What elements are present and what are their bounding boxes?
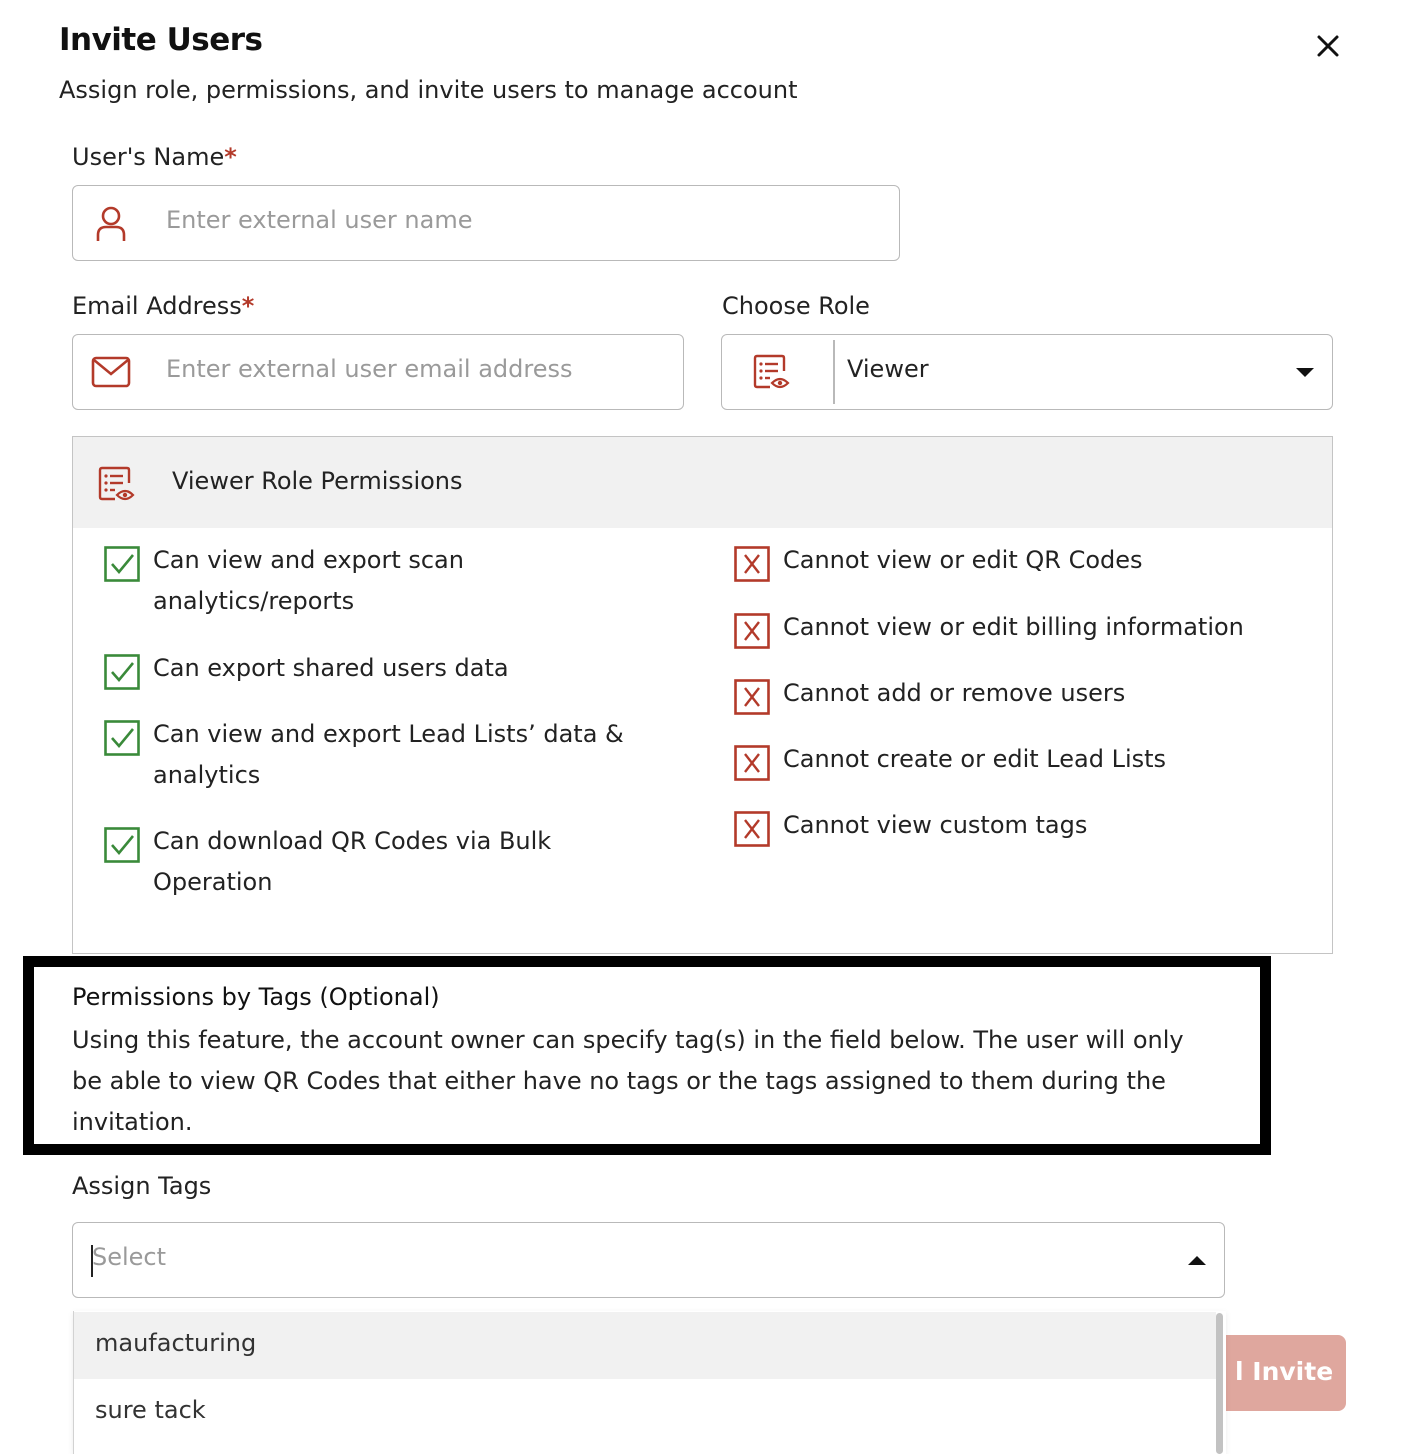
permission-text: analytics xyxy=(153,761,261,789)
invite-button-label: l Invite xyxy=(1235,1357,1334,1386)
description-line: invitation. xyxy=(72,1108,193,1136)
permission-text: Operation xyxy=(153,868,273,896)
check-icon xyxy=(104,654,140,690)
close-button[interactable] xyxy=(1310,28,1346,64)
tags-section-description: Using this feature, the account owner ca… xyxy=(72,1020,1242,1143)
text-cursor xyxy=(91,1245,93,1277)
tags-dropdown-menu: maufacturing sure tack xyxy=(73,1311,1226,1454)
email-label: Email Address* xyxy=(72,292,254,320)
dropdown-option[interactable]: maufacturing xyxy=(74,1312,1216,1379)
dialog-title: Invite Users xyxy=(59,22,263,58)
permission-allowed: Can view and export Lead Lists’ data & a… xyxy=(104,714,684,796)
permission-denied: Cannot view custom tags xyxy=(734,805,1324,847)
option-label: sure tack xyxy=(95,1396,206,1424)
role-permissions-panel: Viewer Role Permissions Can view and exp… xyxy=(72,436,1333,954)
dropdown-scrollbar[interactable] xyxy=(1216,1313,1223,1454)
dropdown-option[interactable]: sure tack xyxy=(74,1379,1216,1446)
permission-text: Cannot view or edit QR Codes xyxy=(783,546,1143,574)
close-icon[interactable] xyxy=(1310,28,1346,64)
chevron-down-icon[interactable] xyxy=(1296,368,1314,377)
assign-tags-select[interactable]: Select xyxy=(72,1222,1225,1298)
role-value[interactable]: Viewer xyxy=(847,355,929,383)
name-label-text: User's Name xyxy=(72,143,225,171)
required-mark: * xyxy=(224,143,237,171)
mail-icon xyxy=(91,356,131,388)
role-select[interactable]: Viewer xyxy=(721,334,1333,410)
x-box-icon xyxy=(734,613,770,649)
name-field[interactable]: Enter external user name xyxy=(72,185,900,261)
dialog-subtitle: Assign role, permissions, and invite use… xyxy=(59,76,798,104)
tags-section-title: Permissions by Tags (Optional) xyxy=(72,983,440,1011)
x-box-icon xyxy=(734,745,770,781)
name-input[interactable]: Enter external user name xyxy=(166,206,472,234)
role-divider xyxy=(833,340,835,404)
permission-text: Can download QR Codes via Bulk xyxy=(153,827,552,855)
permission-allowed: Can download QR Codes via Bulk Operation xyxy=(104,821,684,903)
permission-denied: Cannot add or remove users xyxy=(734,673,1324,715)
check-icon xyxy=(104,827,140,863)
permission-text: analytics/reports xyxy=(153,587,355,615)
role-list-eye-icon xyxy=(98,466,135,501)
description-line: Using this feature, the account owner ca… xyxy=(72,1026,1184,1054)
permission-denied: Cannot view or edit QR Codes xyxy=(734,540,1324,582)
x-box-icon xyxy=(734,679,770,715)
role-label: Choose Role xyxy=(722,292,870,320)
option-label: maufacturing xyxy=(95,1329,257,1357)
permissions-title: Viewer Role Permissions xyxy=(172,467,463,495)
permissions-header: Viewer Role Permissions xyxy=(73,437,1332,528)
permission-text: Cannot add or remove users xyxy=(783,679,1126,707)
permission-text: Can view and export scan xyxy=(153,546,464,574)
x-box-icon xyxy=(734,546,770,582)
email-input[interactable]: Enter external user email address xyxy=(166,355,573,383)
check-icon xyxy=(104,720,140,756)
role-list-eye-icon xyxy=(753,354,790,389)
permission-text: Can view and export Lead Lists’ data & xyxy=(153,720,624,748)
assign-tags-label: Assign Tags xyxy=(72,1172,212,1200)
permission-denied: Cannot view or edit billing information xyxy=(734,607,1324,649)
x-box-icon xyxy=(734,811,770,847)
email-field[interactable]: Enter external user email address xyxy=(72,334,684,410)
tags-search-input[interactable]: Select xyxy=(92,1243,166,1271)
description-line: be able to view QR Codes that either hav… xyxy=(72,1067,1166,1095)
permission-allowed: Can export shared users data xyxy=(104,648,684,690)
permission-denied: Cannot create or edit Lead Lists xyxy=(734,739,1324,781)
check-icon xyxy=(104,546,140,582)
name-label: User's Name* xyxy=(72,143,237,171)
required-mark: * xyxy=(241,292,255,320)
permission-text: Cannot create or edit Lead Lists xyxy=(783,745,1167,773)
user-icon xyxy=(96,206,126,241)
chevron-up-icon[interactable] xyxy=(1188,1256,1206,1265)
permission-text: Can export shared users data xyxy=(153,654,509,682)
permission-text: Cannot view or edit billing information xyxy=(783,613,1244,641)
permission-allowed: Can view and export scan analytics/repor… xyxy=(104,540,684,622)
email-label-text: Email Address xyxy=(72,292,242,320)
permission-text: Cannot view custom tags xyxy=(783,811,1088,839)
